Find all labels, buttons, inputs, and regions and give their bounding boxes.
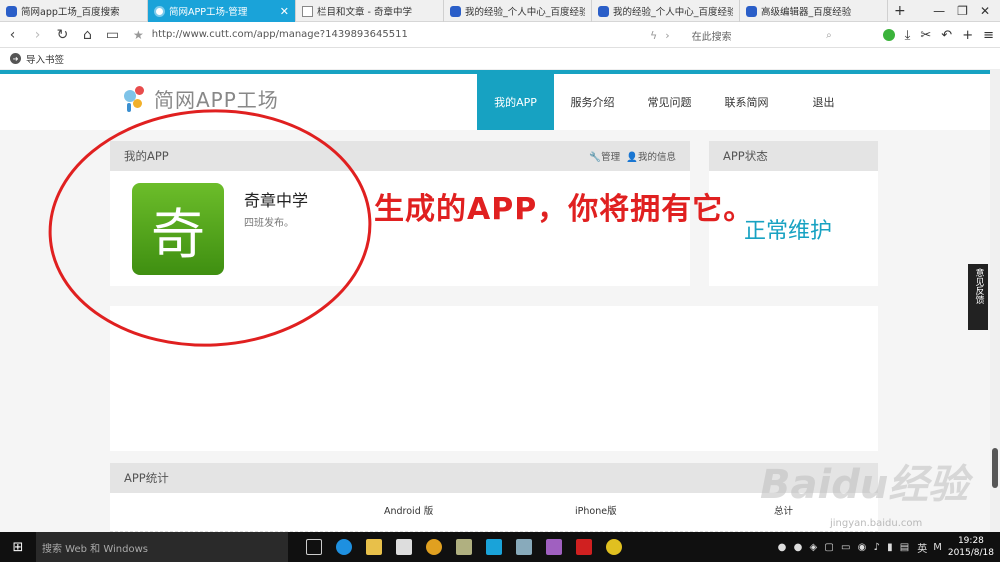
- address-bar: ‹ › ↻ ⌂ ▭ ★ http://www.cutt.com/app/mana…: [0, 22, 1000, 48]
- reader-icon[interactable]: ▭: [100, 27, 125, 43]
- site-header: 简网APP工场 我的APP 服务介绍 常见问题 联系简网 退出: [0, 74, 990, 130]
- import-bookmarks-link[interactable]: 导入书签: [26, 52, 64, 66]
- site-logo[interactable]: 简网APP工场: [124, 84, 279, 113]
- ime-indicator[interactable]: 英: [917, 540, 927, 555]
- chrome-icon[interactable]: [426, 539, 442, 555]
- content-panel: [110, 306, 878, 451]
- chevron-right-icon[interactable]: ›: [665, 29, 669, 42]
- nav-services[interactable]: 服务介绍: [554, 74, 631, 130]
- panel-header: 我的APP 🔧管理 👤我的信息: [110, 141, 690, 171]
- panel-header: APP状态: [709, 141, 878, 171]
- plus-icon[interactable]: +: [962, 28, 973, 43]
- minimize-icon[interactable]: —: [933, 4, 945, 18]
- browser-tab[interactable]: 简网app工场_百度搜索: [0, 0, 148, 22]
- new-tab-button[interactable]: +: [888, 0, 918, 22]
- taskbar-search[interactable]: 搜索 Web 和 Windows: [36, 532, 288, 562]
- lightning-icon[interactable]: ϟ: [650, 29, 657, 42]
- status-value: 正常维护: [744, 219, 833, 244]
- search-input[interactable]: 在此搜索 ⌕: [692, 26, 832, 44]
- windows-start-icon[interactable]: ⊞: [0, 540, 36, 555]
- page-icon: [302, 5, 313, 17]
- scrollbar-thumb[interactable]: [992, 448, 998, 488]
- bookmarks-bar: ➜ 导入书签: [0, 48, 1000, 70]
- paw-icon: [450, 5, 461, 17]
- taskbar-icons: [306, 539, 622, 555]
- wechat-icon[interactable]: [882, 29, 895, 41]
- url-field[interactable]: ★ http://www.cutt.com/app/manage?1439893…: [133, 28, 653, 42]
- browser-tab[interactable]: 我的经验_个人中心_百度经验: [444, 0, 592, 22]
- baidu-watermark: Baidu经验: [760, 462, 969, 508]
- system-tray: ● ● ◈ ▢ ▭ ◉ ♪ ▮ ▤ 英 M 19:28 2015/8/18: [778, 535, 1000, 559]
- toolbar: ⤓ ✂ ↶ + ≡: [882, 22, 994, 48]
- tray-icons[interactable]: ● ● ◈ ▢ ▭ ◉ ♪ ▮ ▤: [778, 542, 912, 553]
- window-controls: — ❐ ✕: [923, 0, 1000, 21]
- watermark-url: jingyan.baidu.com: [830, 518, 923, 529]
- nav-contact[interactable]: 联系简网: [708, 74, 785, 130]
- browser-tab[interactable]: 栏目和文章 - 奇章中学: [296, 0, 444, 22]
- back-icon[interactable]: ‹: [0, 27, 25, 43]
- stats-col-android: Android 版: [384, 506, 434, 517]
- scissors-icon[interactable]: ✂: [920, 28, 931, 43]
- paw-icon: [746, 5, 757, 17]
- annotation-text: 生成的APP，你将拥有它。: [374, 192, 755, 227]
- folder-icon[interactable]: [366, 539, 382, 555]
- forward-icon[interactable]: ›: [25, 27, 50, 43]
- scrollbar[interactable]: [990, 70, 1000, 532]
- app-thumbnail[interactable]: 奇: [132, 183, 224, 275]
- tab-bar: 简网app工场_百度搜索 简网APP工场-管理 ✕ 栏目和文章 - 奇章中学 我的…: [0, 0, 1000, 22]
- taskbar: ⊞ 搜索 Web 和 Windows ● ● ◈ ▢ ▭ ◉ ♪ ▮ ▤ 英 M…: [0, 532, 1000, 562]
- user-icon: 👤: [626, 152, 638, 163]
- close-icon[interactable]: ✕: [980, 4, 990, 18]
- browser-tab[interactable]: 我的经验_个人中心_百度经验: [592, 0, 740, 22]
- browser-task-icon[interactable]: [486, 539, 502, 555]
- stats-col-iphone: iPhone版: [575, 506, 617, 517]
- notes-icon[interactable]: [456, 539, 472, 555]
- nav-my-app[interactable]: 我的APP: [477, 74, 554, 130]
- my-info-link[interactable]: 👤我的信息: [626, 149, 676, 163]
- task-view-icon[interactable]: [306, 539, 322, 555]
- archive-icon[interactable]: [546, 539, 562, 555]
- edge-icon[interactable]: [336, 539, 352, 555]
- app-icon: [154, 5, 165, 17]
- browser-tab-active[interactable]: 简网APP工场-管理 ✕: [148, 0, 296, 22]
- download-icon[interactable]: ⤓: [905, 28, 911, 43]
- address-right: ϟ › 在此搜索 ⌕: [650, 22, 832, 48]
- nav-logout[interactable]: 退出: [785, 74, 862, 130]
- qq-icon[interactable]: [606, 539, 622, 555]
- star-icon[interactable]: ★: [133, 28, 144, 42]
- main-nav: 我的APP 服务介绍 常见问题 联系简网 退出: [477, 74, 862, 130]
- paw-icon: [598, 5, 609, 17]
- clock[interactable]: 19:28 2015/8/18: [948, 535, 994, 559]
- wrench-icon: 🔧: [589, 152, 602, 163]
- search-icon[interactable]: ⌕: [826, 30, 832, 41]
- app-description: 四班发布。: [244, 218, 294, 229]
- close-tab-icon[interactable]: ✕: [280, 5, 289, 18]
- nav-faq[interactable]: 常见问题: [631, 74, 708, 130]
- store-icon[interactable]: [396, 539, 412, 555]
- feedback-widget[interactable]: 意见反馈: [968, 264, 988, 330]
- manage-link[interactable]: 🔧管理: [589, 149, 620, 163]
- browser-tab[interactable]: 高级编辑器_百度经验: [740, 0, 888, 22]
- acrobat-icon[interactable]: [576, 539, 592, 555]
- import-icon: ➜: [10, 53, 21, 64]
- menu-icon[interactable]: ≡: [983, 28, 994, 43]
- reload-icon[interactable]: ↻: [50, 27, 75, 43]
- restore-icon[interactable]: ❐: [957, 4, 968, 18]
- input-method-icon[interactable]: M: [933, 542, 942, 553]
- logo-icon: [124, 85, 150, 112]
- undo-icon[interactable]: ↶: [941, 28, 952, 43]
- app-name[interactable]: 奇章中学: [244, 187, 308, 211]
- home-icon[interactable]: ⌂: [75, 27, 100, 43]
- paw-icon: [6, 5, 17, 17]
- app-task-icon[interactable]: [516, 539, 532, 555]
